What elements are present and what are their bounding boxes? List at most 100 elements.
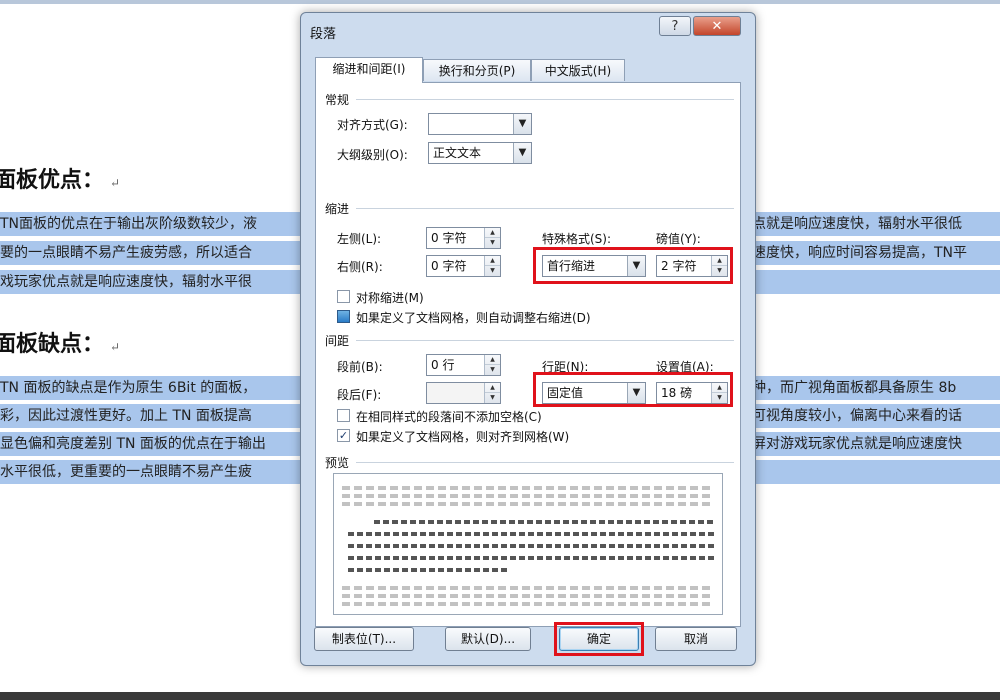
doc-line-text: 水平很低，更重要的一点眼睛不易产生疲 <box>0 464 252 480</box>
snap-to-grid-checkbox[interactable]: ✓ <box>337 429 350 442</box>
outline-level-value: 正文文本 <box>433 146 482 160</box>
doc-heading-advantages: 面板优点： ↵ <box>0 162 120 194</box>
set-default-button[interactable]: 默认(D)... <box>445 627 531 651</box>
close-button[interactable]: ✕ <box>693 16 741 36</box>
doc-line-text: 屏对游戏玩家优点就是响应速度快 <box>752 436 962 452</box>
space-before-spinner[interactable]: 0 行 ▲ ▼ <box>426 354 501 376</box>
help-icon: ? <box>671 19 679 34</box>
tab-indent-spacing[interactable]: 缩进和间距(I) <box>315 57 423 83</box>
special-indent-label: 特殊格式(S): <box>542 232 612 246</box>
paragraph-dialog: 段落 ? ✕ 缩进和间距(I) 换行和分页(P) 中文版式(H) 常规 对齐方式… <box>300 12 756 666</box>
spin-up-icon[interactable]: ▲ <box>485 355 500 365</box>
divider <box>356 99 734 100</box>
outline-level-select[interactable]: 正文文本 ▼ <box>428 142 532 164</box>
dropdown-arrow-icon: ▼ <box>627 383 645 403</box>
snap-to-grid-label: 如果定义了文档网格，则对齐到网格(W) <box>356 430 570 444</box>
space-before-value: 0 行 <box>431 358 455 372</box>
doc-line-text: 戏玩家优点就是响应速度快，辐射水平很 <box>0 274 252 290</box>
space-after-spinner[interactable]: ▲ ▼ <box>426 382 501 404</box>
special-indent-value: 首行缩进 <box>547 259 596 273</box>
spin-up-icon[interactable]: ▲ <box>485 256 500 266</box>
preview-prev-paragraph <box>342 494 714 498</box>
indent-left-label: 左侧(L): <box>337 232 382 246</box>
doc-line-text: 彩，因此过渡性更好。加上 TN 面板提高 <box>0 408 252 424</box>
doc-line-text: 可视角度较小，偏离中心来看的话 <box>752 408 962 424</box>
indent-by-value: 2 字符 <box>661 259 697 273</box>
indent-right-value: 0 字符 <box>431 259 467 273</box>
indent-left-spinner[interactable]: 0 字符 ▲ ▼ <box>426 227 501 249</box>
alignment-select[interactable]: ▼ <box>428 113 532 135</box>
spin-down-icon[interactable]: ▼ <box>485 393 500 403</box>
doc-line-text: TN面板的优点在于输出灰阶级数较少，液 <box>0 216 258 232</box>
spin-down-icon[interactable]: ▼ <box>485 266 500 276</box>
ruler-bar <box>0 0 1000 4</box>
help-button[interactable]: ? <box>659 16 691 36</box>
auto-adjust-indent-checkbox[interactable] <box>337 310 350 323</box>
doc-line-text: 要的一点眼睛不易产生疲劳感，所以适合 <box>0 245 252 261</box>
preview-sample-line <box>348 532 714 536</box>
spin-down-icon[interactable]: ▼ <box>712 266 727 276</box>
divider <box>356 462 734 463</box>
paragraph-mark-icon: ↵ <box>110 340 121 354</box>
indent-spacing-panel: 常规 对齐方式(G): ▼ 大纲级别(O): 正文文本 ▼ 缩进 左侧(L): … <box>315 82 741 627</box>
tabs-button[interactable]: 制表位(T)... <box>314 627 414 651</box>
preview-sample-line <box>374 520 714 524</box>
spin-down-icon[interactable]: ▼ <box>712 393 727 403</box>
doc-line-text: 显色偏和亮度差别 TN 面板的优点在于输出 <box>0 436 266 452</box>
mirror-indents-checkbox[interactable] <box>337 290 350 303</box>
indent-left-value: 0 字符 <box>431 231 467 245</box>
doc-heading-disadvantages: 面板缺点： ↵ <box>0 326 120 358</box>
spin-up-icon[interactable]: ▲ <box>712 256 727 266</box>
tab-line-page-breaks[interactable]: 换行和分页(P) <box>423 59 531 81</box>
preview-next-paragraph <box>342 594 714 598</box>
preview-next-paragraph <box>342 586 714 590</box>
spin-up-icon[interactable]: ▲ <box>712 383 727 393</box>
section-indent-title: 缩进 <box>325 202 350 216</box>
special-indent-select[interactable]: 首行缩进 ▼ <box>542 255 646 277</box>
alignment-label: 对齐方式(G): <box>337 118 408 132</box>
indent-right-spinner[interactable]: 0 字符 ▲ ▼ <box>426 255 501 277</box>
spin-up-icon[interactable]: ▲ <box>485 228 500 238</box>
doc-line-text: TN 面板的缺点是作为原生 6Bit 的面板， <box>0 380 257 396</box>
spinner-buttons: ▲ ▼ <box>484 355 500 375</box>
divider <box>356 208 734 209</box>
section-preview-title: 预览 <box>325 456 350 470</box>
preview-sample-line <box>348 556 714 560</box>
status-bar <box>0 692 1000 700</box>
indent-by-spinner[interactable]: 2 字符 ▲ ▼ <box>656 255 728 277</box>
dropdown-arrow-icon: ▼ <box>627 256 645 276</box>
section-general-title: 常规 <box>325 93 350 107</box>
paragraph-mark-icon: ↵ <box>110 176 121 190</box>
mirror-indents-label: 对称缩进(M) <box>356 291 424 305</box>
preview-sample-line <box>348 544 714 548</box>
dont-add-space-label: 在相同样式的段落间不添加空格(C) <box>356 410 542 424</box>
spin-up-icon[interactable]: ▲ <box>485 383 500 393</box>
spinner-buttons: ▲ ▼ <box>711 383 727 403</box>
line-spacing-value: 固定值 <box>547 386 584 400</box>
space-before-label: 段前(B): <box>337 360 383 374</box>
outline-level-label: 大纲级别(O): <box>337 148 408 162</box>
auto-adjust-indent-label: 如果定义了文档网格，则自动调整右缩进(D) <box>356 311 591 325</box>
spin-down-icon[interactable]: ▼ <box>485 238 500 248</box>
indent-by-label: 磅值(Y): <box>656 232 701 246</box>
line-spacing-label: 行距(N): <box>542 360 589 374</box>
preview-next-paragraph <box>342 602 714 606</box>
heading-text: 面板缺点： <box>0 331 105 357</box>
preview-prev-paragraph <box>342 486 714 490</box>
indent-right-label: 右侧(R): <box>337 260 383 274</box>
line-spacing-select[interactable]: 固定值 ▼ <box>542 382 646 404</box>
tab-asian-typography[interactable]: 中文版式(H) <box>531 59 625 81</box>
space-after-label: 段后(F): <box>337 388 382 402</box>
doc-line-text: 种，而广视角面板都具备原生 8b <box>752 380 957 396</box>
divider <box>356 340 734 341</box>
dont-add-space-checkbox[interactable] <box>337 409 350 422</box>
spin-down-icon[interactable]: ▼ <box>485 365 500 375</box>
spinner-buttons: ▲ ▼ <box>484 228 500 248</box>
spinner-buttons: ▲ ▼ <box>484 383 500 403</box>
preview-prev-paragraph <box>342 502 714 506</box>
spacing-at-spinner[interactable]: 18 磅 ▲ ▼ <box>656 382 728 404</box>
spinner-buttons: ▲ ▼ <box>484 256 500 276</box>
ok-button[interactable]: 确定 <box>559 627 639 651</box>
dropdown-arrow-icon: ▼ <box>513 114 531 134</box>
cancel-button[interactable]: 取消 <box>655 627 737 651</box>
